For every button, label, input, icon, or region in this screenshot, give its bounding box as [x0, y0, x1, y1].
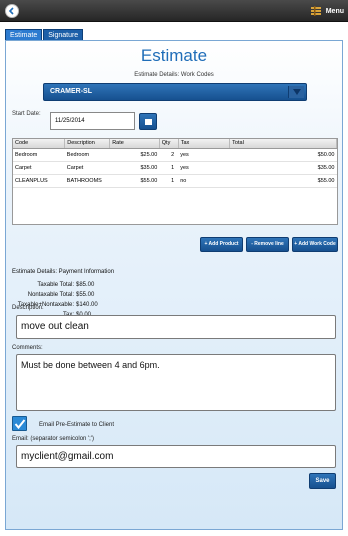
table-row[interactable]: Carpet Carpet $35.00 1 yes $35.00	[13, 161, 337, 175]
calendar-icon	[145, 119, 152, 125]
cell-code: Bedroom	[13, 148, 65, 162]
taxable-total-value: $85.00	[76, 282, 95, 288]
menu-button[interactable]: Menu	[310, 3, 344, 19]
column-header-total[interactable]: Total	[229, 139, 337, 149]
cell-tax: yes	[178, 161, 230, 175]
cell-code: Carpet	[13, 161, 65, 175]
nontaxable-total-label: Nontaxable Total:	[27, 292, 74, 298]
tab-estimate[interactable]: Estimate	[5, 29, 43, 40]
work-code-value: CRAMER-SL	[50, 88, 92, 95]
work-codes-heading: Estimate Details: Work Codes	[134, 72, 214, 78]
tab-bar: Estimate Signature	[5, 29, 84, 40]
grid-header-row: Code Description Rate Qty Tax Total	[13, 139, 337, 149]
page-title: Estimate	[140, 46, 208, 65]
column-header-description[interactable]: Description	[64, 139, 111, 149]
cell-total: $55.00	[229, 174, 337, 188]
payment-heading: Estimate Details: Payment Information	[12, 269, 115, 275]
email-checkbox-label: Email Pre-Estimate to Client	[39, 422, 115, 428]
add-product-button[interactable]: + Add Product	[200, 237, 243, 252]
dropdown-arrow[interactable]	[288, 86, 304, 98]
description-label: Description:	[12, 305, 44, 311]
save-button[interactable]: Save	[309, 473, 336, 489]
add-work-code-button[interactable]: + Add Work Code	[292, 237, 338, 252]
cell-qty: 1	[159, 174, 179, 188]
table-row[interactable]: CLEANPLUS BATHROOMS $55.00 1 no $55.00	[13, 174, 337, 188]
comments-textarea[interactable]: Must be done between 4 and 6pm.	[16, 354, 336, 411]
table-row[interactable]: Bedroom Bedroom $25.00 2 yes $50.00	[13, 148, 337, 162]
estimate-panel: Estimate Estimate Details: Work Codes CR…	[5, 40, 343, 530]
cell-tax: no	[178, 174, 230, 188]
taxable-total-label: Taxable Total:	[37, 282, 74, 288]
remove-line-button[interactable]: - Remove line	[246, 237, 289, 252]
description-input[interactable]: move out clean	[16, 315, 336, 339]
back-button[interactable]	[5, 4, 19, 18]
column-header-qty[interactable]: Qty	[159, 139, 179, 149]
cell-qty: 2	[159, 148, 179, 162]
email-label: Email: (separator semicolon ';')	[12, 436, 94, 442]
chevron-down-icon	[293, 89, 301, 95]
cell-qty: 1	[159, 161, 179, 175]
menu-label: Menu	[325, 7, 344, 15]
comments-label: Comments:	[12, 345, 43, 351]
cell-rate: $35.00	[109, 161, 160, 175]
column-header-rate[interactable]: Rate	[109, 139, 160, 149]
line-items-grid: Code Description Rate Qty Tax Total Bedr…	[12, 138, 338, 225]
calendar-button[interactable]	[139, 113, 157, 130]
back-arrow-icon	[8, 7, 14, 15]
column-header-code[interactable]: Code	[13, 139, 66, 149]
checkmark-icon	[14, 419, 26, 430]
cell-rate: $55.00	[109, 174, 160, 188]
start-date-label: Start Date:	[12, 111, 41, 117]
nontaxable-total-value: $55.00	[76, 292, 95, 298]
combined-total-value: $140.00	[76, 302, 98, 308]
cell-code: CLEANPLUS	[13, 174, 65, 188]
column-header-tax[interactable]: Tax	[178, 139, 231, 149]
email-checkbox[interactable]	[12, 416, 27, 431]
cell-total: $35.00	[229, 161, 337, 175]
cell-description: Carpet	[64, 161, 110, 175]
top-bar: Menu	[0, 0, 348, 22]
cell-description: BATHROOMS	[64, 174, 110, 188]
menu-icon	[310, 5, 322, 17]
cell-total: $50.00	[229, 148, 337, 162]
cell-rate: $25.00	[109, 148, 160, 162]
email-input[interactable]: myclient@gmail.com	[16, 445, 336, 468]
work-code-select[interactable]: CRAMER-SL	[43, 83, 307, 101]
cell-tax: yes	[178, 148, 230, 162]
tab-signature[interactable]: Signature	[43, 29, 84, 40]
cell-description: Bedroom	[64, 148, 110, 162]
start-date-input[interactable]: 11/25/2014	[50, 112, 135, 130]
